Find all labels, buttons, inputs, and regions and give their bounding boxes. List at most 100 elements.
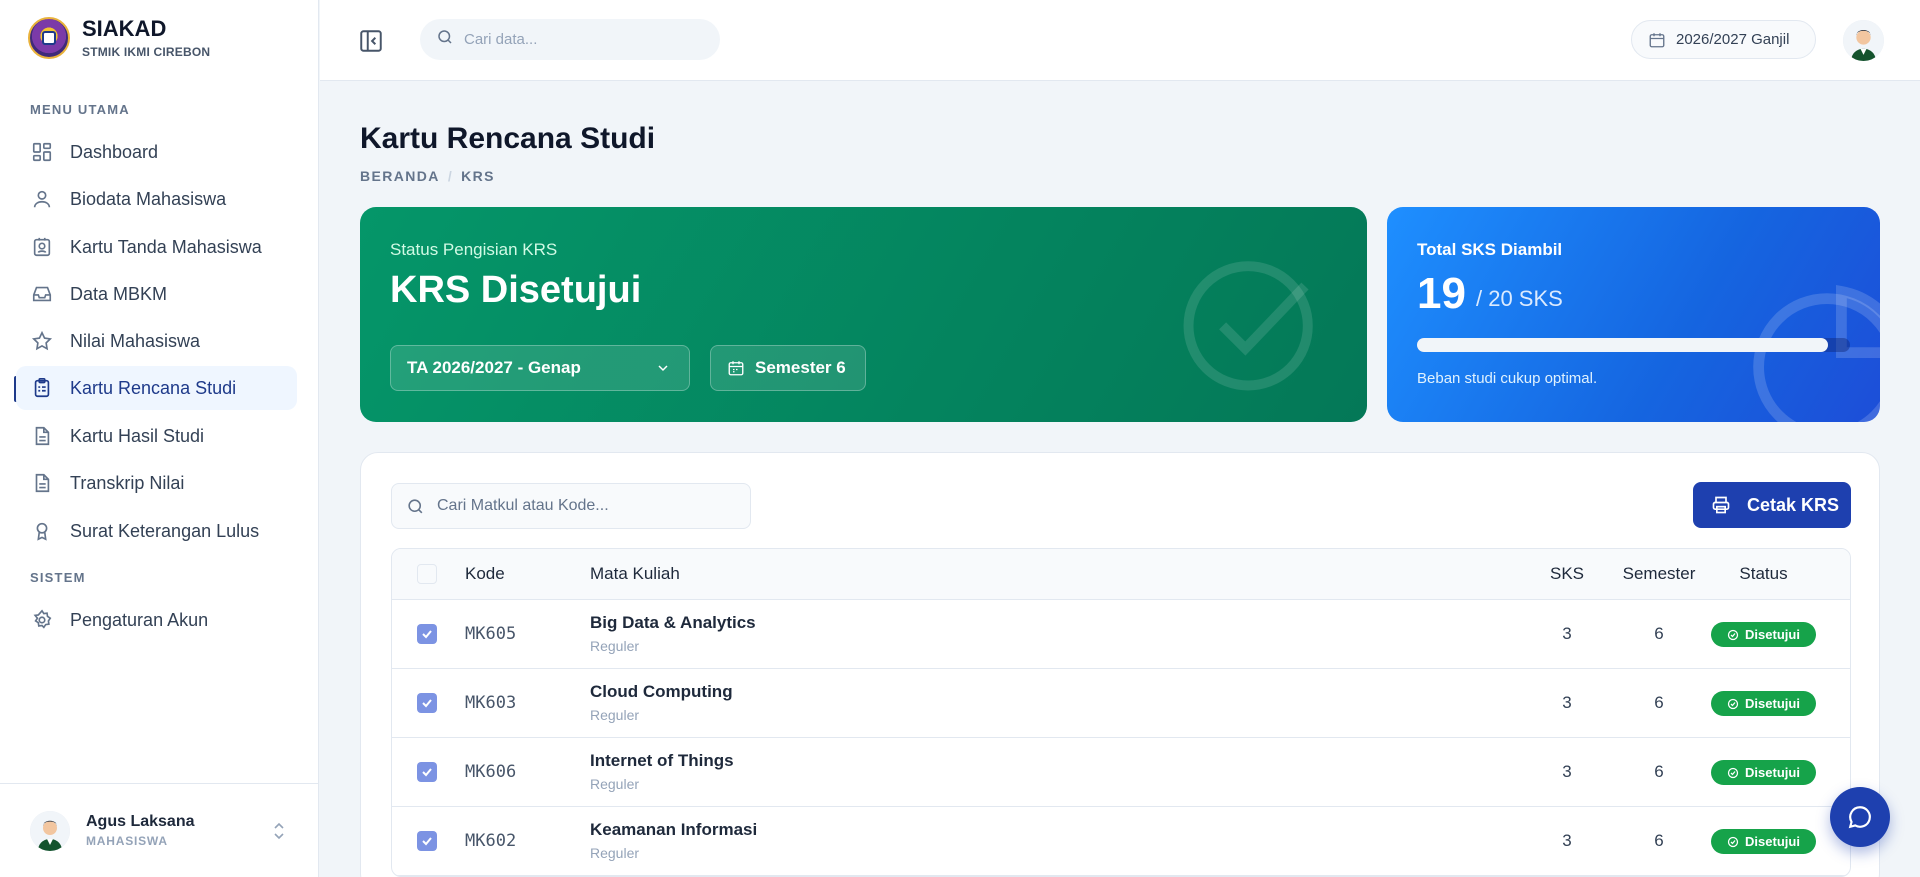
sks-max: / 20 SKS: [1476, 286, 1563, 311]
check-circle-icon: [1727, 836, 1739, 847]
search-icon: [406, 497, 425, 516]
printer-icon: [1711, 495, 1731, 515]
table-row[interactable]: MK602 Keamanan Informasi Reguler 3 6 Dis…: [392, 807, 1850, 876]
course-search-input[interactable]: [437, 497, 737, 515]
breadcrumb-current: KRS: [461, 168, 495, 184]
inbox-icon: [30, 282, 54, 306]
status-badge: Disetujui: [1711, 691, 1816, 716]
sidebar-item-nilai[interactable]: Nilai Mahasiswa: [16, 319, 297, 363]
breadcrumb-home[interactable]: BERANDA: [360, 168, 440, 184]
course-name: Internet of Things: [590, 751, 734, 770]
sidebar-item-settings[interactable]: Pengaturan Akun: [16, 598, 297, 642]
sidebar-item-skl[interactable]: Surat Keterangan Lulus: [16, 509, 297, 553]
sidebar-item-transkrip[interactable]: Transkrip Nilai: [16, 461, 297, 505]
sks-note: Beban studi cukup optimal.: [1417, 370, 1598, 387]
sidebar-item-label: Data MBKM: [70, 283, 168, 304]
profile-avatar[interactable]: [1843, 20, 1884, 61]
print-krs-label: Cetak KRS: [1747, 494, 1840, 515]
row-checkbox[interactable]: [417, 831, 437, 851]
course-code: MK602: [465, 831, 517, 851]
sidebar-item-dashboard[interactable]: Dashboard: [16, 130, 297, 174]
sidebar-item-label: Kartu Hasil Studi: [70, 425, 205, 446]
course-sks: 3: [1562, 762, 1572, 781]
sidebar-item-khs[interactable]: Kartu Hasil Studi: [16, 414, 297, 458]
status-badge: Disetujui: [1711, 760, 1816, 785]
row-checkbox[interactable]: [417, 624, 437, 644]
sidebar-item-label: Kartu Rencana Studi: [70, 377, 237, 398]
user-role: MAHASISWA: [86, 834, 168, 848]
sks-taken: 19: [1417, 269, 1466, 318]
status-text: Disetujui: [1745, 696, 1800, 711]
academic-term-value: TA 2026/2027 - Genap: [407, 358, 581, 377]
course-code: MK603: [465, 693, 517, 713]
search-input[interactable]: [464, 31, 694, 48]
course-sks: 3: [1562, 693, 1572, 712]
course-semester: 6: [1654, 762, 1664, 781]
row-checkbox[interactable]: [417, 693, 437, 713]
header-status: Status: [1739, 564, 1788, 583]
check-circle-icon: [1183, 261, 1313, 391]
row-checkbox[interactable]: [417, 762, 437, 782]
status-badge: Disetujui: [1711, 622, 1816, 647]
chat-bubble-icon: [1848, 806, 1871, 829]
sidebar-item-ktm[interactable]: Kartu Tanda Mahasiswa: [16, 225, 297, 269]
avatar: [30, 810, 70, 851]
course-semester: 6: [1654, 693, 1664, 712]
sidebar-item-biodata[interactable]: Biodata Mahasiswa: [16, 177, 297, 221]
course-code: MK606: [465, 762, 517, 782]
logo-icon: [28, 17, 70, 59]
gear-icon: [30, 608, 54, 632]
user-icon: [30, 187, 54, 211]
print-krs-button[interactable]: Cetak KRS: [1693, 482, 1851, 528]
sidebar-item-label: Pengaturan Akun: [70, 609, 209, 630]
course-semester: 6: [1654, 624, 1664, 643]
academic-term-select[interactable]: TA 2026/2027 - Genap: [390, 345, 690, 391]
top-header: 2026/2027 Ganjil: [320, 0, 1920, 81]
chevron-updown-icon[interactable]: [272, 822, 286, 845]
id-card-icon: [30, 235, 54, 259]
grid-icon: [30, 140, 54, 164]
clipboard-icon: [30, 376, 54, 400]
sidebar-toggle-icon[interactable]: [358, 28, 384, 54]
chat-button[interactable]: [1830, 787, 1890, 847]
breadcrumb-separator: /: [447, 168, 454, 184]
chevron-down-icon: [655, 360, 671, 381]
user-name: Agus Laksana: [86, 813, 195, 830]
brand[interactable]: SIAKAD STMIK IKMI CIREBON: [28, 17, 210, 59]
breadcrumb: BERANDA / KRS: [360, 168, 495, 184]
award-icon: [30, 519, 54, 543]
header-code: Kode: [465, 564, 505, 583]
academic-year-label: 2026/2027 Ganjil: [1676, 31, 1790, 48]
sidebar-item-label: Transkrip Nilai: [70, 472, 185, 493]
course-name: Cloud Computing: [590, 682, 733, 701]
course-search[interactable]: [391, 483, 751, 529]
document-icon: [30, 424, 54, 448]
calendar-icon: [1648, 31, 1666, 49]
semester-label: Semester 6: [755, 358, 846, 377]
course-sks: 3: [1562, 624, 1572, 643]
table-row[interactable]: MK605 Big Data & Analytics Reguler 3 6 D…: [392, 600, 1850, 669]
academic-year-selector[interactable]: 2026/2027 Ganjil: [1631, 20, 1816, 59]
sidebar-item-label: Surat Keterangan Lulus: [70, 520, 260, 541]
calendar-icon: [727, 359, 745, 377]
sidebar-item-mbkm[interactable]: Data MBKM: [16, 272, 297, 316]
table-row[interactable]: MK606 Internet of Things Reguler 3 6 Dis…: [392, 738, 1850, 807]
sks-progress-fill: [1417, 338, 1829, 352]
select-all-checkbox[interactable]: [417, 564, 437, 584]
check-circle-icon: [1727, 767, 1739, 778]
global-search[interactable]: [420, 19, 720, 60]
course-type: Reguler: [590, 845, 640, 861]
sidebar-item-label: Kartu Tanda Mahasiswa: [70, 236, 262, 257]
krs-status-card: Status Pengisian KRS KRS Disetujui TA 20…: [360, 207, 1367, 422]
user-card[interactable]: Agus Laksana MAHASISWA: [0, 783, 319, 877]
sidebar-item-label: Nilai Mahasiswa: [70, 330, 201, 351]
status-text: Disetujui: [1745, 627, 1800, 642]
sks-label: Total SKS Diambil: [1417, 240, 1563, 259]
sidebar-item-krs[interactable]: Kartu Rencana Studi: [16, 366, 297, 410]
krs-status-value: KRS Disetujui: [390, 269, 642, 311]
status-text: Disetujui: [1745, 765, 1800, 780]
krs-table: Kode Mata Kuliah SKS Semester Status MK6…: [391, 548, 1851, 877]
course-semester: 6: [1654, 831, 1664, 850]
table-row[interactable]: MK603 Cloud Computing Reguler 3 6 Disetu…: [392, 669, 1850, 738]
course-name: Keamanan Informasi: [590, 820, 758, 839]
